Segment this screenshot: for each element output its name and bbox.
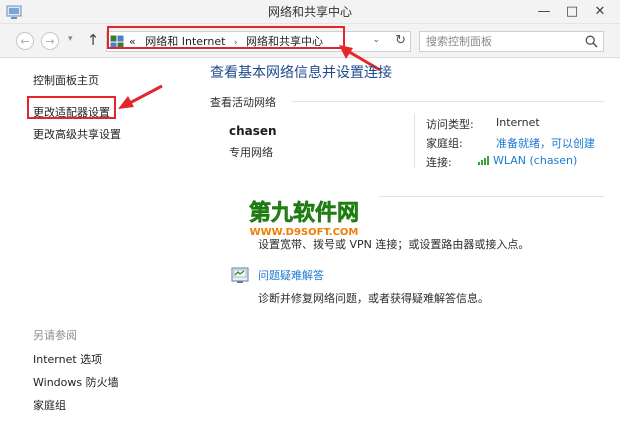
sidebar-link-windows-firewall[interactable]: Windows 防火墙	[33, 374, 119, 390]
site-watermark-logo: 第九软件网 WWW.D9SOFT.COM	[249, 200, 360, 238]
recent-locations-dropdown[interactable]: ▾	[68, 34, 73, 44]
breadcrumb-network-sharing-center[interactable]: 网络和共享中心	[246, 35, 323, 48]
adapter-annotation-box	[27, 96, 116, 119]
breadcrumb-overflow[interactable]: «	[129, 35, 136, 48]
troubleshoot-icon	[231, 267, 249, 283]
address-field[interactable]: « 网络和 Internet › 网络和共享中心 ⌄ ↻	[106, 31, 411, 52]
troubleshoot-problems-link[interactable]: 问题疑难解答	[258, 267, 324, 283]
address-toolbar: ← → ▾ ↑ « 网络和 Internet › 网络和共享中心 ⌄ ↻	[0, 24, 620, 58]
access-type-value: Internet	[496, 116, 540, 129]
sidebar-link-homegroup[interactable]: 家庭组	[33, 397, 66, 413]
search-input[interactable]	[426, 32, 576, 51]
wifi-signal-icon	[478, 156, 489, 165]
address-dropdown-icon[interactable]: ⌄	[372, 35, 380, 45]
window-title: 网络和共享中心	[267, 5, 352, 19]
network-name: chasen	[229, 124, 277, 138]
breadcrumb-separator[interactable]: ›	[234, 38, 238, 48]
network-type-link[interactable]: 专用网络	[229, 144, 273, 160]
close-button[interactable]: ✕	[586, 0, 614, 22]
active-networks-heading: 查看活动网络	[210, 96, 276, 109]
title-bar: 网络和共享中心 — □ ✕	[0, 0, 620, 24]
connection-label: 连接:	[426, 156, 452, 169]
network-info-divider	[414, 113, 415, 168]
maximize-button[interactable]: □	[558, 0, 586, 22]
homegroup-label: 家庭组:	[426, 137, 463, 150]
window-controls: — □ ✕	[530, 0, 614, 24]
sidebar-link-control-panel-home[interactable]: 控制面板主页	[33, 72, 99, 88]
page-title: 查看基本网络信息并设置连接	[210, 65, 392, 81]
network-location-icon	[110, 35, 124, 49]
address-breadcrumb: « 网络和 Internet › 网络和共享中心	[129, 32, 323, 53]
see-also-heading: 另请参阅	[33, 329, 77, 342]
forward-button[interactable]: →	[41, 32, 59, 50]
breadcrumb-network-internet[interactable]: 网络和 Internet	[145, 35, 225, 48]
sidebar-link-advanced-sharing[interactable]: 更改高级共享设置	[33, 126, 121, 142]
troubleshoot-description: 诊断并修复网络问题，或者获得疑难解答信息。	[258, 292, 489, 305]
search-icon[interactable]	[585, 35, 598, 48]
search-box[interactable]	[419, 31, 604, 52]
access-type-label: 访问类型:	[426, 118, 474, 131]
homegroup-link[interactable]: 准备就绪，可以创建	[496, 135, 595, 151]
back-button[interactable]: ←	[16, 32, 34, 50]
active-networks-divider	[292, 101, 604, 102]
watermark-title: 第九软件网	[249, 200, 359, 226]
refresh-icon[interactable]: ↻	[395, 33, 406, 48]
connection-link[interactable]: WLAN (chasen)	[478, 154, 577, 167]
connection-link-label[interactable]: WLAN (chasen)	[493, 154, 577, 167]
up-button[interactable]: ↑	[84, 30, 102, 50]
minimize-button[interactable]: —	[530, 0, 558, 22]
sidebar-link-internet-options[interactable]: Internet 选项	[33, 351, 102, 367]
setup-connection-description: 设置宽带、拨号或 VPN 连接；或设置路由器或接入点。	[258, 238, 530, 251]
